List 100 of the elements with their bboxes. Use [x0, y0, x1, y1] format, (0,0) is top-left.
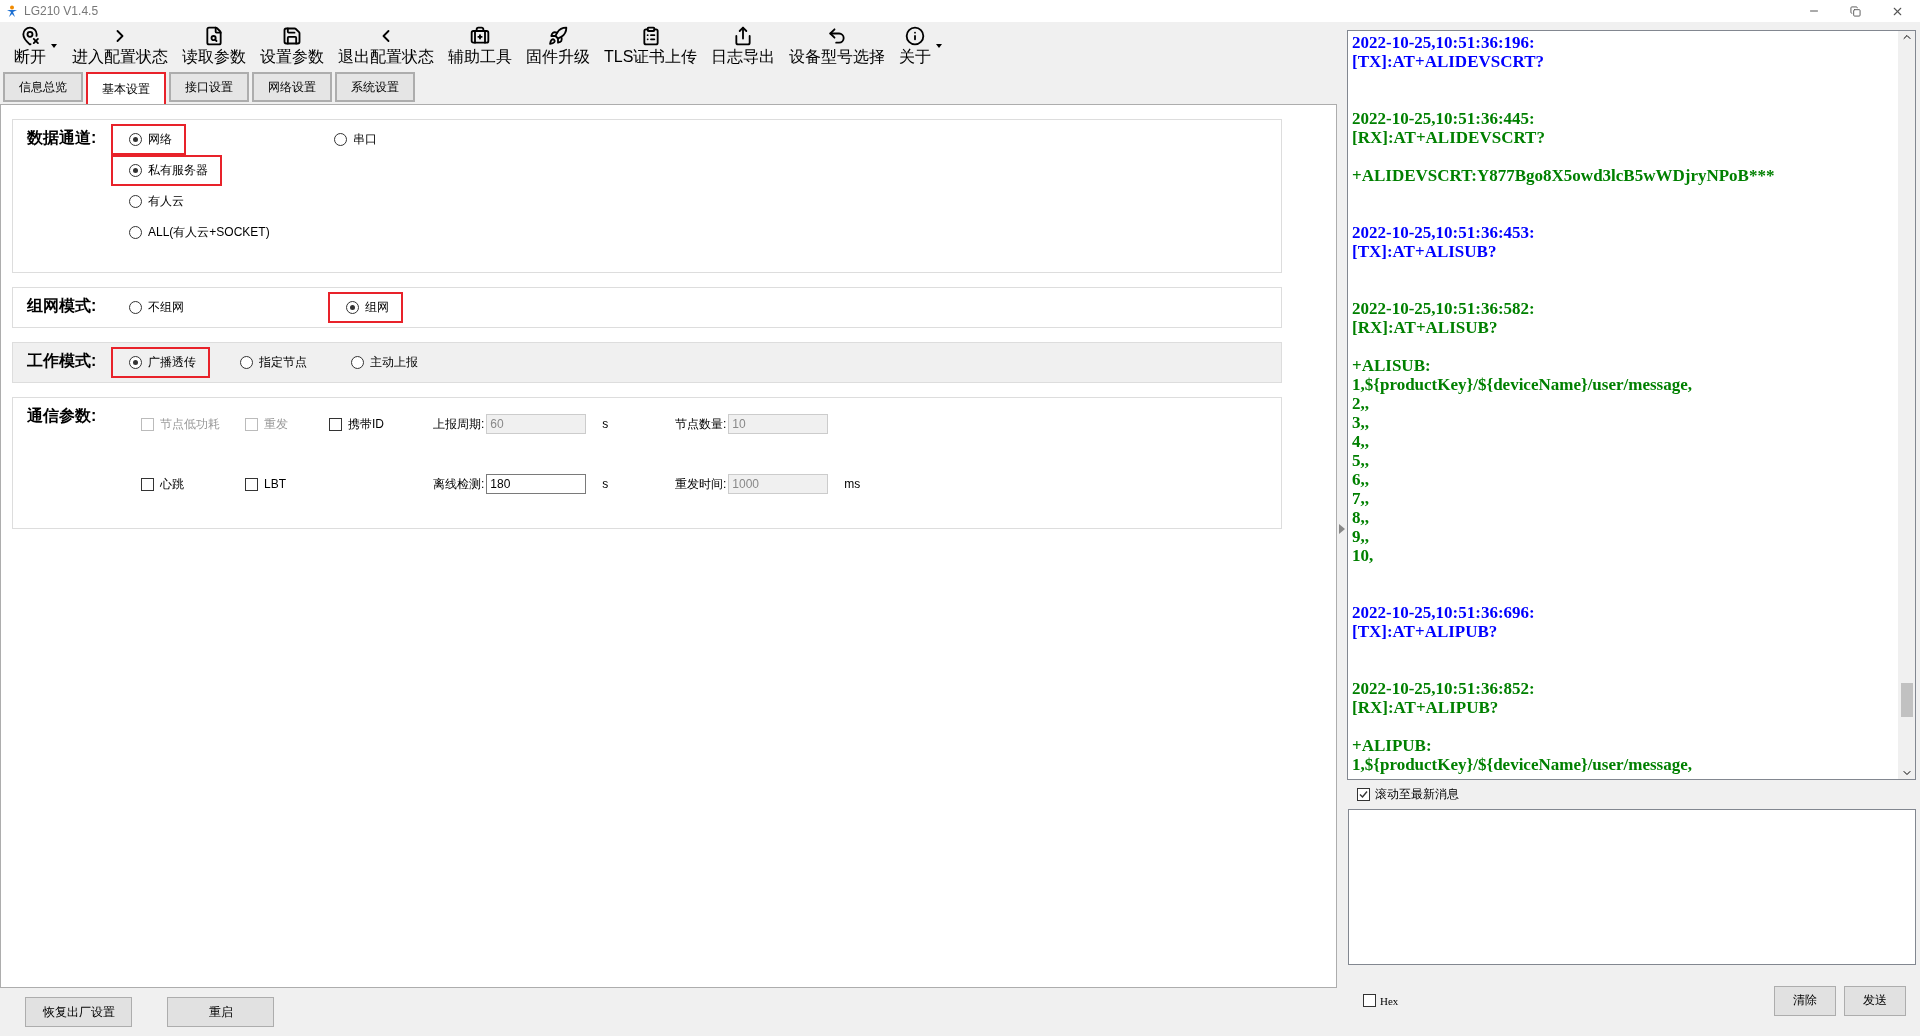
info-icon [905, 26, 926, 46]
toolbar-button[interactable]: 辅助工具 [448, 26, 512, 68]
app-logo-icon [6, 5, 18, 17]
log-line: 6,, [1352, 470, 1370, 489]
group-label: 组网模式: [27, 296, 98, 316]
radio-icon [334, 133, 347, 146]
radio-option[interactable]: 不组网 [111, 292, 198, 323]
pin-x-icon [20, 26, 40, 46]
checkbox[interactable] [1363, 994, 1376, 1007]
save-icon [282, 26, 302, 46]
scrollbar[interactable] [1898, 31, 1915, 779]
checkbox[interactable] [141, 477, 154, 491]
toolbar-button[interactable]: 退出配置状态 [338, 26, 434, 68]
radio-icon [129, 301, 142, 314]
toolbar-button[interactable]: TLS证书上传 [604, 26, 698, 68]
group-label: 数据通道: [27, 128, 98, 148]
toolbar-button[interactable]: 断开 [14, 26, 58, 68]
log-line: [TX]:AT+ALIPUB? [1352, 622, 1499, 641]
tab[interactable]: 网络设置 [252, 72, 332, 102]
tab[interactable]: 接口设置 [169, 72, 249, 102]
splitter-arrow-icon[interactable] [1339, 524, 1345, 534]
checkbox[interactable] [245, 477, 258, 491]
group-label: 通信参数: [27, 406, 98, 426]
toolbar-button[interactable]: 读取参数 [182, 26, 246, 68]
radio-icon [129, 133, 142, 146]
option-label: 网络 [148, 131, 172, 148]
checkbox-label: 携带ID [348, 415, 384, 433]
radio-option[interactable]: ALL(有人云+SOCKET) [111, 217, 284, 248]
log-line: 2022-10-25,10:51:36:696: [1352, 603, 1536, 622]
radio-icon [129, 356, 142, 369]
radio-icon [129, 226, 142, 239]
log-line: 9,, [1352, 527, 1370, 546]
radio-option[interactable]: 主动上报 [333, 347, 432, 378]
log-line: 5,, [1352, 451, 1370, 470]
restore-icon[interactable] [1850, 5, 1861, 17]
field-label: 离线检测: [433, 475, 485, 493]
log-line: +ALISUB: [1352, 356, 1432, 375]
log-line: 7,, [1352, 489, 1370, 508]
option-label: 指定节点 [259, 354, 307, 371]
log-line: 8,, [1352, 508, 1370, 527]
input-field[interactable]: 180 [486, 474, 587, 494]
checkbox-label: 滚动至最新消息 [1375, 786, 1459, 803]
caret-icon[interactable] [51, 44, 57, 48]
tab[interactable]: 系统设置 [335, 72, 415, 102]
send-panel-button[interactable]: 发送 [1844, 985, 1906, 1016]
toolbar-button[interactable]: 日志导出 [711, 26, 776, 68]
radio-option[interactable]: 串口 [316, 124, 391, 155]
footer-button[interactable]: 恢复出厂设置 [25, 997, 132, 1027]
option-label: 有人云 [148, 193, 184, 210]
toolbar-button[interactable]: 关于 [899, 26, 944, 68]
send-panel-button[interactable]: 清除 [1774, 985, 1836, 1016]
field-label: 重发时间: [675, 475, 727, 493]
checkbox[interactable] [1357, 788, 1370, 801]
log-line: 1,${productKey}/${deviceName}/user/message, [1352, 755, 1693, 774]
log-line: [RX]:AT+ALISUB? [1352, 318, 1499, 337]
log-line: 4,, [1352, 432, 1370, 451]
log-line: 10, [1352, 546, 1375, 565]
log-line: 2022-10-25,10:51:36:852: [1352, 679, 1536, 698]
radio-option[interactable]: 有人云 [111, 186, 198, 217]
rocket-icon [548, 26, 568, 46]
radio-option[interactable]: 网络 [111, 124, 186, 155]
option-label: 广播透传 [148, 354, 196, 371]
radio-icon [351, 356, 364, 369]
checkbox-label: 节点低功耗 [160, 415, 220, 433]
log-line: 2022-10-25,10:51:36:453: [1352, 223, 1536, 242]
toolbox-icon [470, 26, 490, 46]
toolbar-button[interactable]: 进入配置状态 [72, 26, 168, 68]
file-search-icon [204, 26, 224, 46]
toolbar-button[interactable]: 设置参数 [260, 26, 324, 68]
checkbox-label: Hex [1380, 994, 1399, 1007]
option-label: 主动上报 [370, 354, 418, 371]
tab[interactable]: 基本设置 [86, 72, 166, 104]
radio-icon [240, 356, 253, 369]
group-label: 工作模式: [27, 351, 98, 371]
log-line: 2022-10-25,10:51:36:582: [1352, 299, 1536, 318]
log-line: 2022-10-25,10:51:36:445: [1352, 109, 1536, 128]
footer-button[interactable]: 重启 [167, 997, 274, 1027]
tab[interactable]: 信息总览 [3, 72, 83, 102]
radio-option[interactable]: 组网 [328, 292, 403, 323]
clipboard-icon [640, 26, 661, 46]
checkbox-label: 重发 [264, 415, 288, 433]
scroll-thumb[interactable] [1900, 683, 1913, 717]
toolbar-button[interactable]: 设备型号选择 [789, 26, 886, 68]
unit-label: s [602, 417, 609, 431]
radio-option[interactable]: 私有服务器 [111, 155, 222, 186]
radio-option[interactable]: 指定节点 [222, 347, 321, 378]
send-input-field[interactable] [1348, 809, 1916, 965]
log-line: [RX]:AT+ALIPUB? [1352, 698, 1500, 717]
toolbar-button[interactable]: 固件升级 [526, 26, 590, 68]
option-label: ALL(有人云+SOCKET) [148, 224, 270, 241]
log-line: 2022-10-25,10:51:36:196: [1352, 33, 1536, 52]
radio-icon [346, 301, 359, 314]
caret-icon[interactable] [936, 44, 943, 48]
unit-label: ms [844, 477, 861, 491]
log-line: +ALIDEVSCRT:Y877Bgo8X5owd3lcB5wWDjryNPoB*** [1352, 166, 1776, 185]
radio-option[interactable]: 广播透传 [111, 347, 210, 378]
checkbox-label: LBT [264, 477, 286, 491]
unit-label: s [602, 477, 609, 491]
checkbox[interactable] [329, 417, 342, 431]
field-label: 节点数量: [675, 415, 727, 433]
